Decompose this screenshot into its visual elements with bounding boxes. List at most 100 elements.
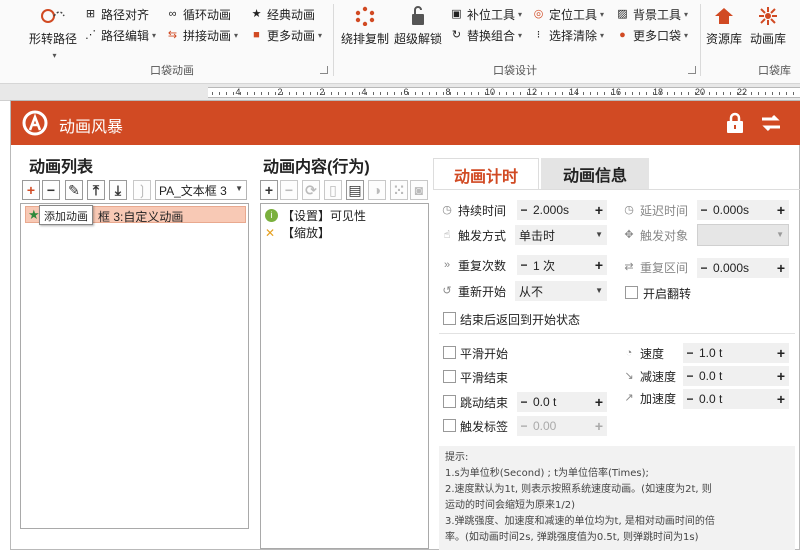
loop-anim-button[interactable]: ∞ 循环动画 — [166, 5, 231, 23]
trigger-select[interactable]: 单击时 ▼ — [515, 225, 607, 245]
anim-lib-label: 动画库 — [749, 32, 786, 46]
ruler-tick — [415, 92, 416, 95]
decrement-button[interactable]: − — [697, 261, 711, 275]
dialog-titlebar[interactable]: 动画风暴 — [11, 101, 800, 145]
property-button[interactable]: ▤ — [346, 180, 364, 200]
group-button[interactable]: ⁙ — [390, 180, 408, 200]
group-label-anim: 口袋动画 — [150, 65, 194, 77]
decrement-button[interactable]: − — [697, 203, 711, 217]
replace-combo-button[interactable]: ↻ 替换组合 ▾ — [450, 26, 522, 44]
remove-animation-button[interactable]: − — [42, 180, 60, 200]
half-circle-icon: ◑ — [372, 182, 382, 198]
tab-info[interactable]: 动画信息 — [541, 158, 649, 190]
ruler-tick — [660, 92, 661, 95]
restart-select[interactable]: 从不 ▼ — [515, 281, 607, 301]
expand-button[interactable]: ❳ — [133, 180, 151, 200]
toggle-button[interactable]: ◑ — [368, 180, 386, 200]
group-expand-icon[interactable] — [320, 66, 328, 74]
increment-button[interactable]: + — [591, 257, 607, 273]
autoreverse-checkbox[interactable] — [625, 286, 638, 299]
record-button[interactable]: ◙ — [410, 180, 428, 200]
decrement-button[interactable]: − — [517, 203, 531, 217]
duration-stepper[interactable]: −2.000s + — [517, 200, 607, 220]
smooth-start-checkbox[interactable] — [443, 346, 456, 359]
trigger-mark-stepper[interactable]: −0.00 + — [517, 416, 607, 436]
decrement-button[interactable]: − — [517, 258, 531, 272]
ruler-tick — [520, 92, 521, 95]
horizontal-ruler[interactable]: 4 2 2 4 6 8 10 12 14 16 18 20 22 — [0, 84, 800, 101]
shape-to-path-button[interactable]: 形转路径 ▾ — [26, 6, 80, 61]
rewind-checkbox[interactable] — [443, 312, 456, 325]
tab-timing[interactable]: 动画计时 — [433, 158, 539, 190]
arrow-down-icon: ⤓ — [114, 181, 122, 198]
circle-copy-button[interactable]: 绕排复制 — [338, 6, 392, 47]
add-behavior-button[interactable]: + — [260, 180, 278, 200]
repeat-interval-label: ⇄ 重复区间 — [624, 260, 689, 275]
refresh-behavior-button[interactable]: ⟳ — [302, 180, 320, 200]
decrement-button[interactable]: − — [683, 392, 697, 406]
replace-combo-label: 替换组合 — [467, 28, 516, 43]
ruler-tick — [492, 92, 493, 95]
bg-tools-button[interactable]: ▨ 背景工具 ▾ — [616, 5, 688, 23]
classic-anim-button[interactable]: ★ 经典动画 — [250, 5, 315, 23]
edit-animation-button[interactable]: ✎ — [65, 180, 83, 200]
increment-button[interactable]: + — [773, 345, 789, 361]
path-align-button[interactable]: ⊞ 路径对齐 — [84, 5, 149, 23]
speed-value: 1.0 t — [699, 346, 723, 360]
bounce-end-checkbox[interactable] — [443, 395, 456, 408]
resource-lib-button[interactable]: 资源库 — [702, 6, 746, 47]
speed-stepper[interactable]: −1.0 t + — [683, 343, 789, 363]
delay-stepper[interactable]: −0.000s + — [697, 200, 789, 220]
swap-icon[interactable] — [759, 111, 783, 135]
ruler-tick — [765, 92, 766, 95]
decrement-button[interactable]: − — [683, 346, 697, 360]
behavior-list[interactable]: i 【设置】可见性 ✕ 【缩放】 — [260, 203, 429, 549]
increment-button[interactable]: + — [773, 260, 789, 276]
add-animation-button[interactable]: + — [22, 180, 40, 200]
accel-stepper[interactable]: −0.0 t + — [683, 389, 789, 409]
bounce-end-stepper[interactable]: −0.0 t + — [517, 392, 607, 412]
trigger-mark-checkbox[interactable] — [443, 419, 456, 432]
trigger-mark-value: 0.00 — [533, 419, 557, 433]
anim-lib-button[interactable]: 动画库 — [746, 6, 790, 47]
group-expand-icon[interactable] — [688, 66, 696, 74]
path-edit-button[interactable]: ⋰ 路径编辑 ▾ — [84, 26, 156, 44]
increment-button[interactable]: + — [591, 394, 607, 410]
increment-button[interactable]: + — [773, 202, 789, 218]
decrement-button[interactable]: − — [517, 395, 531, 409]
super-unlock-button[interactable]: 超级解锁 — [392, 6, 444, 47]
list-item[interactable]: ✕ 【缩放】 — [265, 224, 330, 241]
animation-list[interactable]: ★ 框 3:自定义动画 — [20, 203, 249, 529]
chevron-down-icon: ▾ — [684, 9, 689, 19]
move-up-button[interactable]: ⤒ — [87, 180, 105, 200]
decrement-button[interactable]: − — [517, 419, 531, 433]
move-down-button[interactable]: ⤓ — [109, 180, 127, 200]
ruler-label: 12 — [526, 87, 538, 97]
smooth-end-checkbox[interactable] — [443, 370, 456, 383]
select-clear-button[interactable]: ⁝ 选择清除 ▾ — [532, 26, 604, 44]
repeat-stepper[interactable]: −1 次 + — [517, 255, 607, 275]
locate-tools-button[interactable]: ◎ 定位工具 ▾ — [532, 5, 604, 23]
ruler-label: 16 — [610, 87, 622, 97]
increment-button[interactable]: + — [591, 418, 607, 434]
delete-behavior-button[interactable]: ▯ — [324, 180, 342, 200]
lock-icon[interactable] — [723, 111, 747, 135]
repeat-interval-stepper[interactable]: −0.000s + — [697, 258, 789, 278]
increment-button[interactable]: + — [773, 391, 789, 407]
refresh-icon: ⟳ — [305, 181, 317, 198]
object-select[interactable]: PA_文本框 3 ▼ — [155, 180, 247, 200]
more-anim-button[interactable]: ■ 更多动画 ▾ — [250, 26, 322, 44]
increment-button[interactable]: + — [591, 202, 607, 218]
more-pocket-button[interactable]: ● 更多口袋 ▾ — [616, 26, 688, 44]
locate-tools-label: 定位工具 — [549, 7, 598, 22]
decrement-button[interactable]: − — [683, 369, 697, 383]
decel-stepper[interactable]: −0.0 t + — [683, 366, 789, 386]
patch-tools-button[interactable]: ▣ 补位工具 ▾ — [450, 5, 522, 23]
list-item-label: 框 3:自定义动画 — [98, 210, 184, 224]
list-item[interactable]: i 【设置】可见性 — [265, 207, 366, 224]
increment-button[interactable]: + — [773, 368, 789, 384]
join-anim-button[interactable]: ⇆ 拼接动画 ▾ — [166, 26, 238, 44]
trigger-object-select[interactable]: ▼ — [697, 224, 789, 246]
ruler-tick — [303, 92, 304, 95]
remove-behavior-button[interactable]: − — [280, 180, 298, 200]
